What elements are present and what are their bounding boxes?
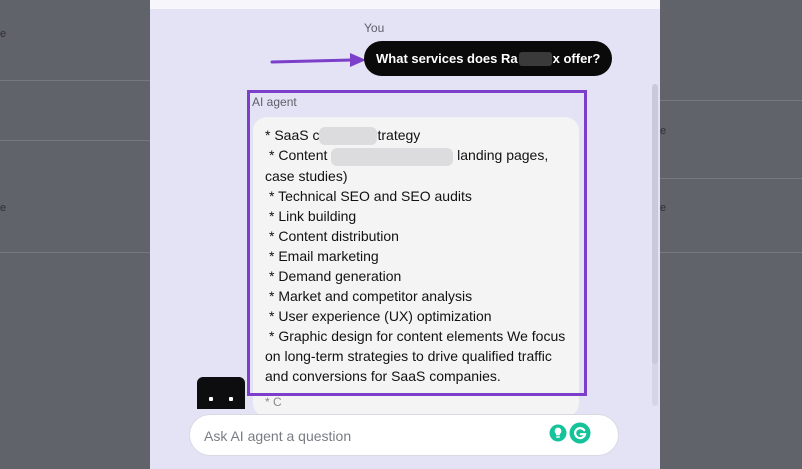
user-sender-label: You — [364, 21, 385, 35]
user-message-text: What services does Ra — [376, 51, 518, 66]
redacted-text — [319, 127, 378, 146]
agent-message-line: landing pages, — [457, 147, 549, 164]
agent-message-line: * Content — [269, 147, 328, 164]
redacted-text — [331, 147, 454, 166]
agent-avatar — [197, 377, 245, 409]
chat-scrollbar[interactable] — [652, 84, 658, 406]
avatar-eye — [229, 397, 233, 401]
background-text: e — [0, 202, 7, 214]
chat-scrollbar-thumb[interactable] — [652, 84, 658, 364]
chat-input-bar[interactable] — [189, 414, 619, 457]
agent-message-line: * Email marketing — [269, 247, 379, 264]
background-text: e — [0, 28, 7, 40]
agent-message-line: * Content distribution — [269, 227, 399, 244]
grammarly-icon[interactable] — [569, 422, 591, 444]
redacted-text — [518, 51, 552, 66]
background-text: e — [660, 202, 667, 214]
agent-message-line: * C — [265, 394, 282, 409]
agent-sender-label: AI agent — [252, 95, 297, 109]
agent-message-line: * SaaS c — [265, 127, 320, 143]
user-message-text: x offer? — [552, 51, 601, 66]
lightbulb-icon[interactable] — [549, 424, 567, 442]
background-right-pane: e e — [660, 0, 802, 469]
agent-message-line: * Link building — [269, 207, 357, 224]
agent-message-line: trategy — [377, 127, 421, 143]
agent-message-line: * User experience (UX) optimization — [269, 307, 492, 324]
agent-message-bubble: * SaaS c trategy * Content landing pages,… — [253, 117, 579, 417]
panel-header-strip — [150, 0, 660, 9]
agent-message-line: on long-term strategies to drive qualifi… — [265, 347, 552, 364]
agent-message-line: * Technical SEO and SEO audits — [269, 187, 472, 204]
background-text: e — [660, 125, 667, 137]
background-left-pane: e e — [0, 0, 150, 469]
agent-message-line: * Graphic design for content elements We… — [269, 327, 566, 344]
user-message-bubble: What services does Ra x offer? — [364, 41, 613, 76]
agent-message-line: * Demand generation — [269, 267, 402, 284]
arrow-right-icon — [270, 53, 366, 67]
agent-message-line: case studies) — [265, 167, 348, 184]
agent-message-line: and conversions for SaaS companies. — [265, 367, 501, 384]
avatar-eye — [209, 397, 213, 401]
ask-question-input[interactable] — [202, 415, 536, 457]
ai-agent-chat-panel: You What services does Ra x offer? AI age… — [150, 0, 660, 469]
agent-message-line: * Market and competitor analysis — [269, 287, 473, 304]
